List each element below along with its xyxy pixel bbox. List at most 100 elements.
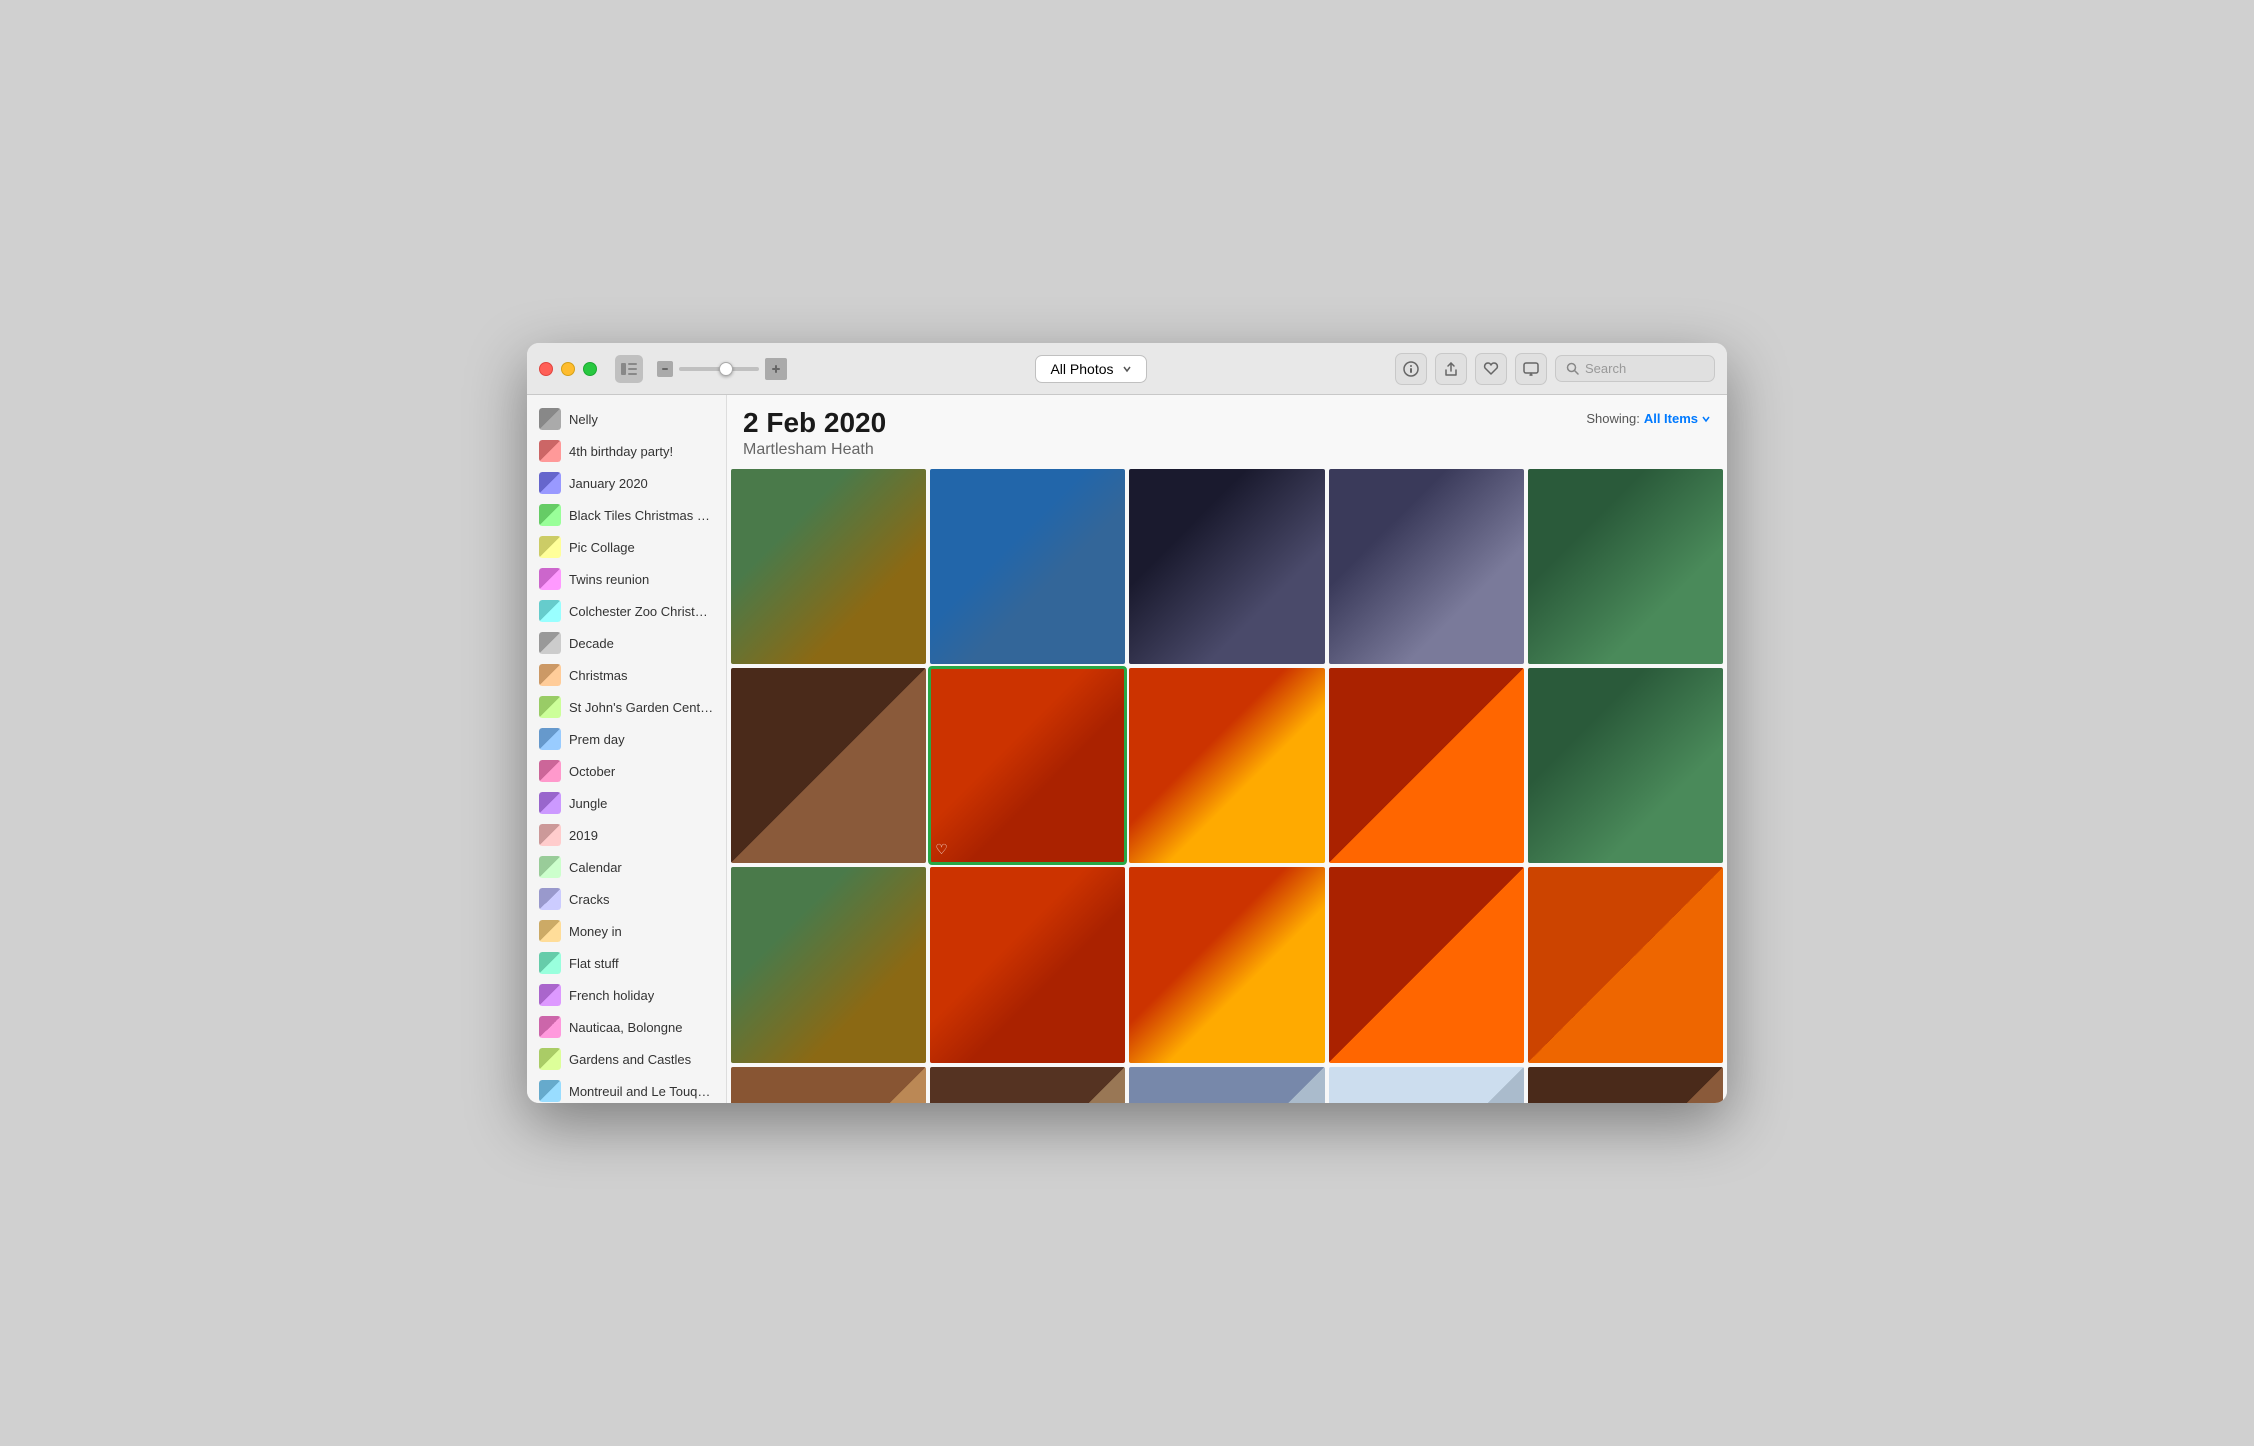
photo-cell-r3c4[interactable] (1329, 867, 1524, 1062)
main-content: Nelly 4th birthday party! January 2020 B… (527, 395, 1727, 1103)
titlebar-center: All Photos (797, 355, 1385, 383)
photo-grid: ♡ 1:300:16 (727, 465, 1727, 1103)
fullscreen-button[interactable] (583, 362, 597, 376)
sidebar-label-16: Money in (569, 924, 622, 939)
sidebar-item-15[interactable]: Cracks (527, 883, 726, 915)
sidebar-thumb-11 (539, 760, 561, 782)
sidebar-item-17[interactable]: Flat stuff (527, 947, 726, 979)
minimize-button[interactable] (561, 362, 575, 376)
sidebar-label-2: January 2020 (569, 476, 648, 491)
sidebar-thumb-3 (539, 504, 561, 526)
sidebar-label-19: Nauticaa, Bolongne (569, 1020, 682, 1035)
sidebar-label-17: Flat stuff (569, 956, 619, 971)
zoom-slider-area (657, 358, 787, 380)
sidebar-label-15: Cracks (569, 892, 609, 907)
sidebar-item-10[interactable]: Prem day (527, 723, 726, 755)
sidebar-thumb-5 (539, 568, 561, 590)
sidebar-item-11[interactable]: October (527, 755, 726, 787)
sidebar-item-21[interactable]: Montreuil and Le Touquet (527, 1075, 726, 1103)
sidebar-item-6[interactable]: Colchester Zoo Christmas (527, 595, 726, 627)
all-photos-dropdown[interactable]: All Photos (1035, 355, 1146, 383)
sidebar-thumb-10 (539, 728, 561, 750)
sidebar-item-19[interactable]: Nauticaa, Bolongne (527, 1011, 726, 1043)
photo-cell-r2c1[interactable] (731, 668, 926, 863)
zoom-slider[interactable] (679, 367, 759, 371)
slideshow-button[interactable] (1515, 353, 1547, 385)
sidebar-item-20[interactable]: Gardens and Castles (527, 1043, 726, 1075)
sidebar-label-3: Black Tiles Christmas part… (569, 508, 714, 523)
search-placeholder: Search (1585, 361, 1626, 376)
photo-cell-r4c4[interactable]: 0:16 (1329, 1067, 1524, 1103)
sidebar-item-12[interactable]: Jungle (527, 787, 726, 819)
sidebar-label-8: Christmas (569, 668, 628, 683)
sidebar-thumb-9 (539, 696, 561, 718)
photo-cell-r2c3[interactable] (1129, 668, 1324, 863)
favorite-button[interactable] (1475, 353, 1507, 385)
photo-cell-r3c2[interactable] (930, 867, 1125, 1062)
photo-cell-r2c2[interactable]: ♡ (930, 668, 1125, 863)
photo-cell-r4c2[interactable] (930, 1067, 1125, 1103)
date-location: Martlesham Heath (743, 441, 1711, 459)
sidebar-thumb-14 (539, 856, 561, 878)
sidebar-thumb-1 (539, 440, 561, 462)
sidebar-item-4[interactable]: Pic Collage (527, 531, 726, 563)
share-button[interactable] (1435, 353, 1467, 385)
sidebar-label-14: Calendar (569, 860, 622, 875)
sidebar-item-18[interactable]: French holiday (527, 979, 726, 1011)
photo-cell-r3c1[interactable] (731, 867, 926, 1062)
sidebar-toggle-icon[interactable] (615, 355, 643, 383)
sidebar-item-2[interactable]: January 2020 (527, 467, 726, 499)
sidebar-thumb-13 (539, 824, 561, 846)
photo-cell-r2c5[interactable] (1528, 668, 1723, 863)
photo-cell-r4c5[interactable] (1528, 1067, 1723, 1103)
photo-cell-r1c1[interactable] (731, 469, 926, 664)
sidebar-label-7: Decade (569, 636, 614, 651)
sidebar-thumb-21 (539, 1080, 561, 1102)
photo-cell-r1c4[interactable] (1329, 469, 1524, 664)
sidebar-item-7[interactable]: Decade (527, 627, 726, 659)
photo-cell-r1c3[interactable] (1129, 469, 1324, 664)
close-button[interactable] (539, 362, 553, 376)
photo-cell-r3c5[interactable] (1528, 867, 1723, 1062)
sidebar-item-16[interactable]: Money in (527, 915, 726, 947)
sidebar-label-20: Gardens and Castles (569, 1052, 691, 1067)
sidebar-item-8[interactable]: Christmas (527, 659, 726, 691)
sidebar-label-18: French holiday (569, 988, 654, 1003)
sidebar-item-0[interactable]: Nelly (527, 403, 726, 435)
sidebar-thumb-20 (539, 1048, 561, 1070)
photo-cell-r3c3[interactable] (1129, 867, 1324, 1062)
sidebar-item-1[interactable]: 4th birthday party! (527, 435, 726, 467)
sidebar-item-9[interactable]: St John's Garden Centre C… (527, 691, 726, 723)
sidebar-thumb-12 (539, 792, 561, 814)
date-title: 2 Feb 2020 (743, 407, 1711, 439)
traffic-lights (539, 362, 597, 376)
sidebar-item-3[interactable]: Black Tiles Christmas part… (527, 499, 726, 531)
photo-cell-r2c4[interactable] (1329, 668, 1524, 863)
sidebar-thumb-7 (539, 632, 561, 654)
sidebar-label-5: Twins reunion (569, 572, 649, 587)
sidebar-thumb-6 (539, 600, 561, 622)
search-box[interactable]: Search (1555, 355, 1715, 382)
showing-badge: Showing: All Items (1586, 411, 1711, 426)
heart-icon: ♡ (935, 841, 948, 858)
titlebar-actions: Search (1395, 353, 1715, 385)
showing-value: All Items (1644, 411, 1711, 426)
photo-cell-r4c1[interactable] (731, 1067, 926, 1103)
sidebar-label-11: October (569, 764, 615, 779)
sidebar-thumb-17 (539, 952, 561, 974)
all-photos-label: All Photos (1050, 361, 1113, 377)
photo-cell-r4c3[interactable]: 1:30 (1129, 1067, 1324, 1103)
photo-cell-r1c2[interactable] (930, 469, 1125, 664)
sidebar-label-6: Colchester Zoo Christmas (569, 604, 714, 619)
sidebar-item-14[interactable]: Calendar (527, 851, 726, 883)
sidebar-item-13[interactable]: 2019 (527, 819, 726, 851)
sidebar-thumb-16 (539, 920, 561, 942)
sidebar-label-0: Nelly (569, 412, 598, 427)
info-button[interactable] (1395, 353, 1427, 385)
sidebar-label-4: Pic Collage (569, 540, 635, 555)
photo-cell-r1c5[interactable] (1528, 469, 1723, 664)
sidebar-label-12: Jungle (569, 796, 607, 811)
sidebar-item-5[interactable]: Twins reunion (527, 563, 726, 595)
photo-area[interactable]: 2 Feb 2020 Martlesham Heath Showing: All… (727, 395, 1727, 1103)
sidebar-label-21: Montreuil and Le Touquet (569, 1084, 714, 1099)
